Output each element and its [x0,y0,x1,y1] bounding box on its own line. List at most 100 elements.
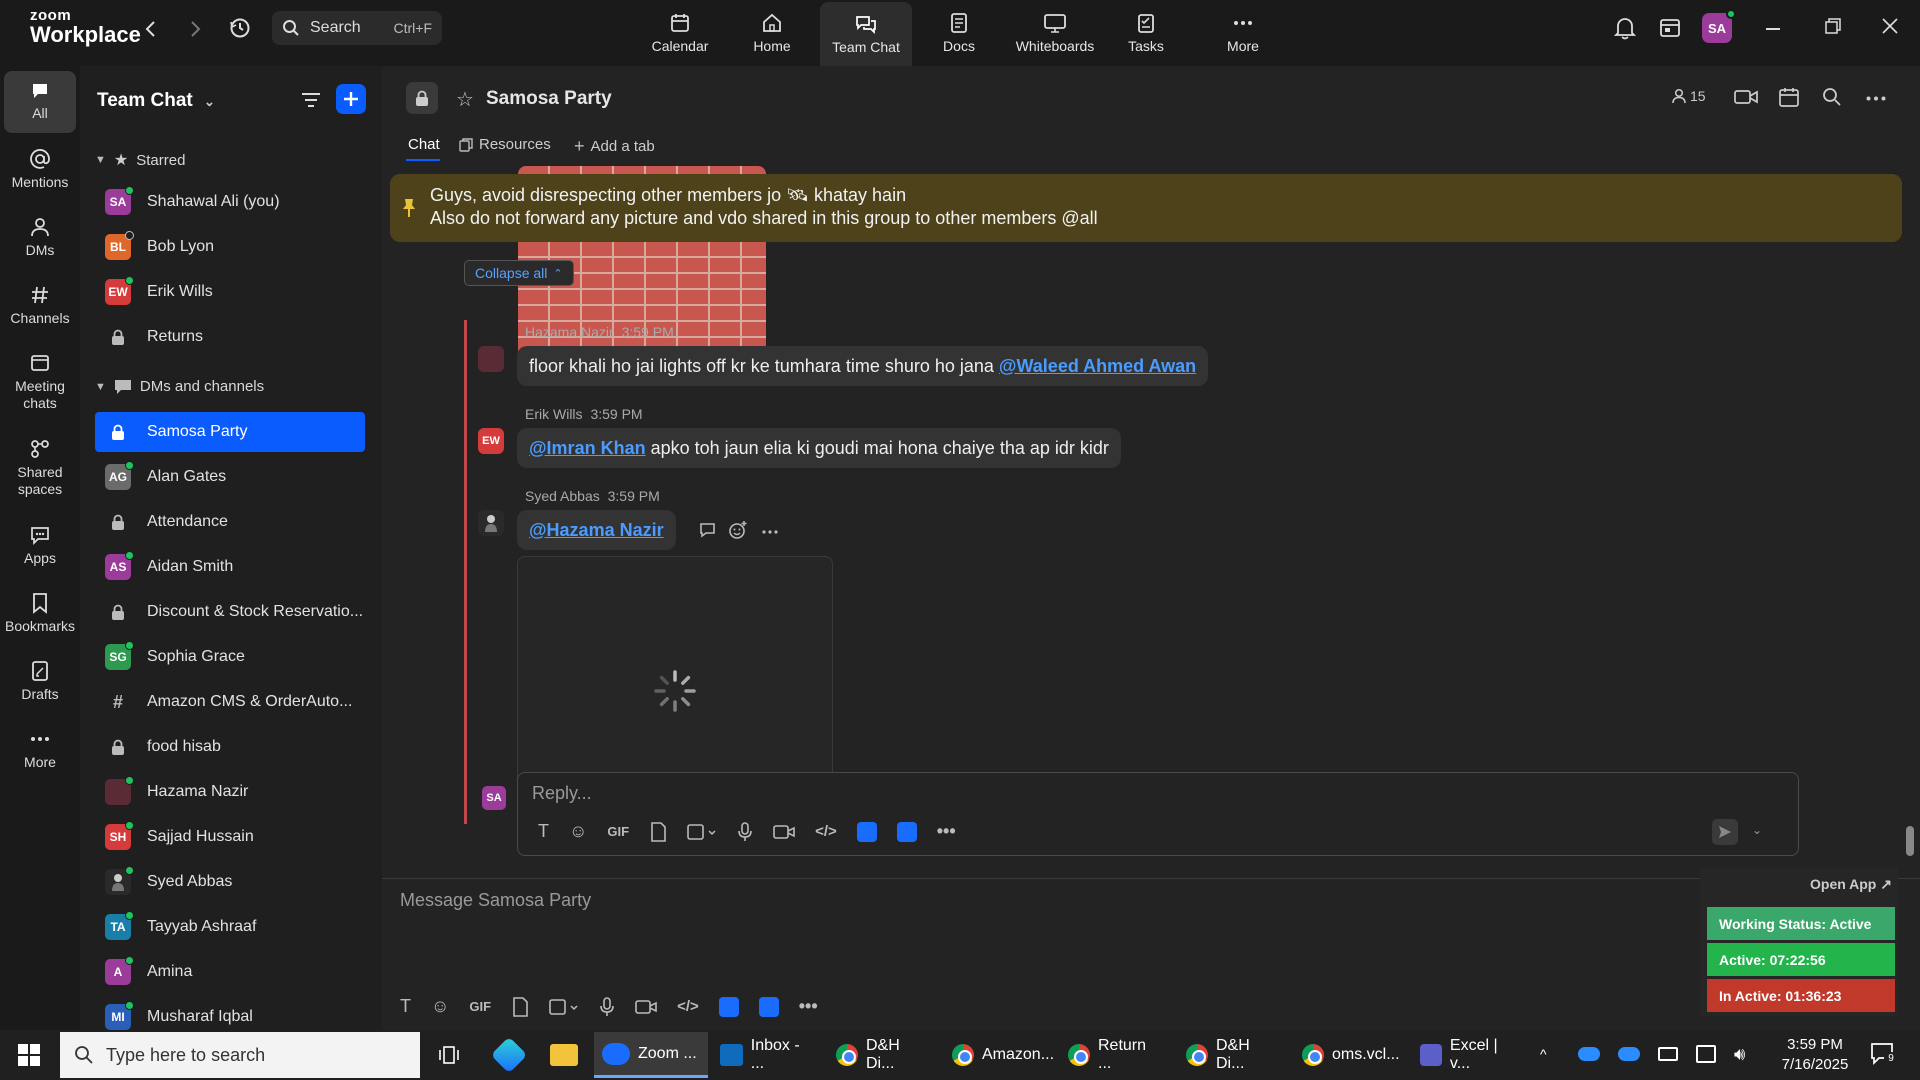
taskbar-teams-excel[interactable]: Excel | v... [1412,1032,1524,1078]
message-bubble[interactable]: floor khali ho jai lights off kr ke tumh… [517,346,1209,386]
network-icon[interactable] [1696,1045,1716,1063]
sidebar-item-returns[interactable]: Returns [95,317,365,357]
emoji-icon[interactable]: ☺ [431,996,449,1017]
taskbar-chrome-dh-2[interactable]: D&H Di... [1178,1032,1288,1078]
mention-link[interactable]: @Waleed Ahmed Awan [999,356,1196,377]
video-message-icon[interactable] [635,998,657,1016]
rail-drafts[interactable]: Drafts [4,660,76,703]
onedrive-business-icon[interactable] [1618,1047,1640,1061]
screenshot-icon[interactable] [687,822,717,842]
close-icon[interactable] [1882,18,1898,34]
star-outline-icon[interactable]: ☆ [456,87,474,112]
text-format-icon[interactable]: T [400,996,411,1017]
reply-thread-icon[interactable] [698,520,718,540]
rail-meeting-chats[interactable]: Meeting chats [4,352,76,412]
starred-section-header[interactable]: ▼ ★ Starred [95,150,185,170]
tab-chat[interactable]: Chat [408,136,440,153]
sidebar-item-amazon-cms[interactable]: # Amazon CMS & OrderAuto... [95,682,365,722]
message-bubble[interactable]: @Hazama Nazir [517,510,676,550]
rail-bookmarks[interactable]: Bookmarks [4,592,76,635]
history-icon[interactable] [228,16,252,40]
notification-center-icon[interactable]: 9 [1870,1042,1898,1066]
mention-link[interactable]: @Hazama Nazir [529,520,664,541]
reply-box[interactable]: Reply... T ☺ GIF </> ••• ⌄ [517,772,1799,856]
filter-icon[interactable] [300,90,322,110]
chat-scrollbar-thumb[interactable] [1906,826,1914,856]
code-snippet-icon[interactable]: </> [677,998,699,1015]
taskbar-chrome-oms[interactable]: oms.vcl... [1294,1032,1404,1078]
volume-icon[interactable]: 🔊︎ [1734,1044,1745,1065]
reply-input[interactable]: Reply... [532,783,592,804]
microphone-icon[interactable] [737,821,753,842]
taskbar-zoom[interactable]: Zoom ... [594,1032,708,1078]
sidebar-item-syed-abbas[interactable]: Syed Abbas [95,862,365,902]
more-tools-icon[interactable]: ••• [937,821,956,842]
avatar[interactable]: EW [478,428,504,454]
taskbar-chrome-amazon[interactable]: Amazon... [944,1032,1054,1078]
sidebar-item-sajjad-hussain[interactable]: SH Sajjad Hussain [95,817,365,857]
video-message-icon[interactable] [773,823,795,841]
rail-all[interactable]: All [4,71,76,133]
new-chat-button[interactable] [336,84,366,114]
tab-add[interactable]: + Add a tab [574,136,655,157]
task-view-icon[interactable] [438,1044,460,1066]
tab-resources[interactable]: Resources [459,136,551,153]
more-tools-icon[interactable]: ••• [799,996,818,1017]
add-reaction-icon[interactable] [728,520,748,540]
emoji-icon[interactable]: ☺ [569,821,587,842]
gif-icon[interactable]: GIF [469,999,491,1014]
taskbar-chrome-dh-1[interactable]: D&H Di... [828,1032,938,1078]
taskbar-clock[interactable]: 3:59 PM 7/16/2025 [1770,1035,1860,1075]
zoom-app-icon[interactable] [758,996,779,1017]
sidebar-item-erik-wills[interactable]: EW Erik Wills [95,272,365,312]
bell-icon[interactable] [1614,16,1636,40]
members-button[interactable]: 15 [1672,88,1706,104]
mention-link[interactable]: @Imran Khan [529,438,646,459]
channel-title[interactable]: Samosa Party [486,88,612,110]
code-snippet-icon[interactable]: </> [815,823,837,840]
gif-icon[interactable]: GIF [607,824,629,839]
sidebar-item-alan-gates[interactable]: AG Alan Gates [95,457,365,497]
nav-home[interactable]: Home [726,0,818,66]
search-box[interactable]: Search Ctrl+F [272,11,442,45]
sidebar-item-samosa-party[interactable]: Samosa Party [95,412,365,452]
file-explorer-icon[interactable] [550,1044,578,1066]
windows-start-icon[interactable] [18,1044,40,1066]
open-app-link[interactable]: Open App ↗ [1810,876,1892,893]
taskbar-outlook[interactable]: Inbox - ... [712,1032,822,1078]
battery-icon[interactable] [1658,1047,1678,1061]
nav-docs[interactable]: Docs [913,0,1005,66]
restore-icon[interactable] [1825,18,1841,34]
sidebar-item-sophia-grace[interactable]: SG Sophia Grace [95,637,365,677]
app-integration-icon[interactable] [856,821,877,842]
sidebar-item-discount-stock[interactable]: Discount & Stock Reservatio... [95,592,365,632]
microphone-icon[interactable] [599,996,615,1017]
rail-apps[interactable]: Apps [4,524,76,567]
sidebar-item-food-hisab[interactable]: food hisab [95,727,365,767]
taskbar-search[interactable]: Type here to search [60,1032,420,1078]
sidebar-item-shahawal-ali[interactable]: SA Shahawal Ali (you) [95,182,365,222]
sidebar-item-amina[interactable]: A Amina [95,952,365,992]
more-options-icon[interactable] [1866,96,1886,101]
message-bubble[interactable]: @Imran Khan apko toh jaun elia ki goudi … [517,428,1121,468]
avatar[interactable] [478,346,504,372]
nav-whiteboards[interactable]: Whiteboards [1005,0,1105,66]
rail-shared-spaces[interactable]: Shared spaces [4,438,76,498]
screenshot-icon[interactable] [549,997,579,1017]
nav-tasks[interactable]: Tasks [1100,0,1192,66]
rail-channels[interactable]: Channels [4,284,76,327]
send-button[interactable] [1712,819,1738,845]
pinned-message-banner[interactable]: Guys, avoid disrespecting other members … [390,174,1902,242]
profile-avatar[interactable]: SA [1702,9,1736,43]
copilot-icon[interactable] [490,1036,528,1074]
dms-section-header[interactable]: ▼ DMs and channels [95,378,264,395]
sidebar-item-tayyab-ashraaf[interactable]: TA Tayyab Ashraaf [95,907,365,947]
rail-dms[interactable]: DMs [4,216,76,259]
sidebar-item-attendance[interactable]: Attendance [95,502,365,542]
collapse-all-button[interactable]: Collapse all ⌃ [464,260,574,286]
onedrive-icon[interactable] [1578,1047,1600,1061]
rail-more[interactable]: More [4,728,76,771]
taskbar-chrome-return[interactable]: Return ... [1060,1032,1170,1078]
text-format-icon[interactable]: T [538,821,549,842]
video-icon[interactable] [1734,88,1758,106]
